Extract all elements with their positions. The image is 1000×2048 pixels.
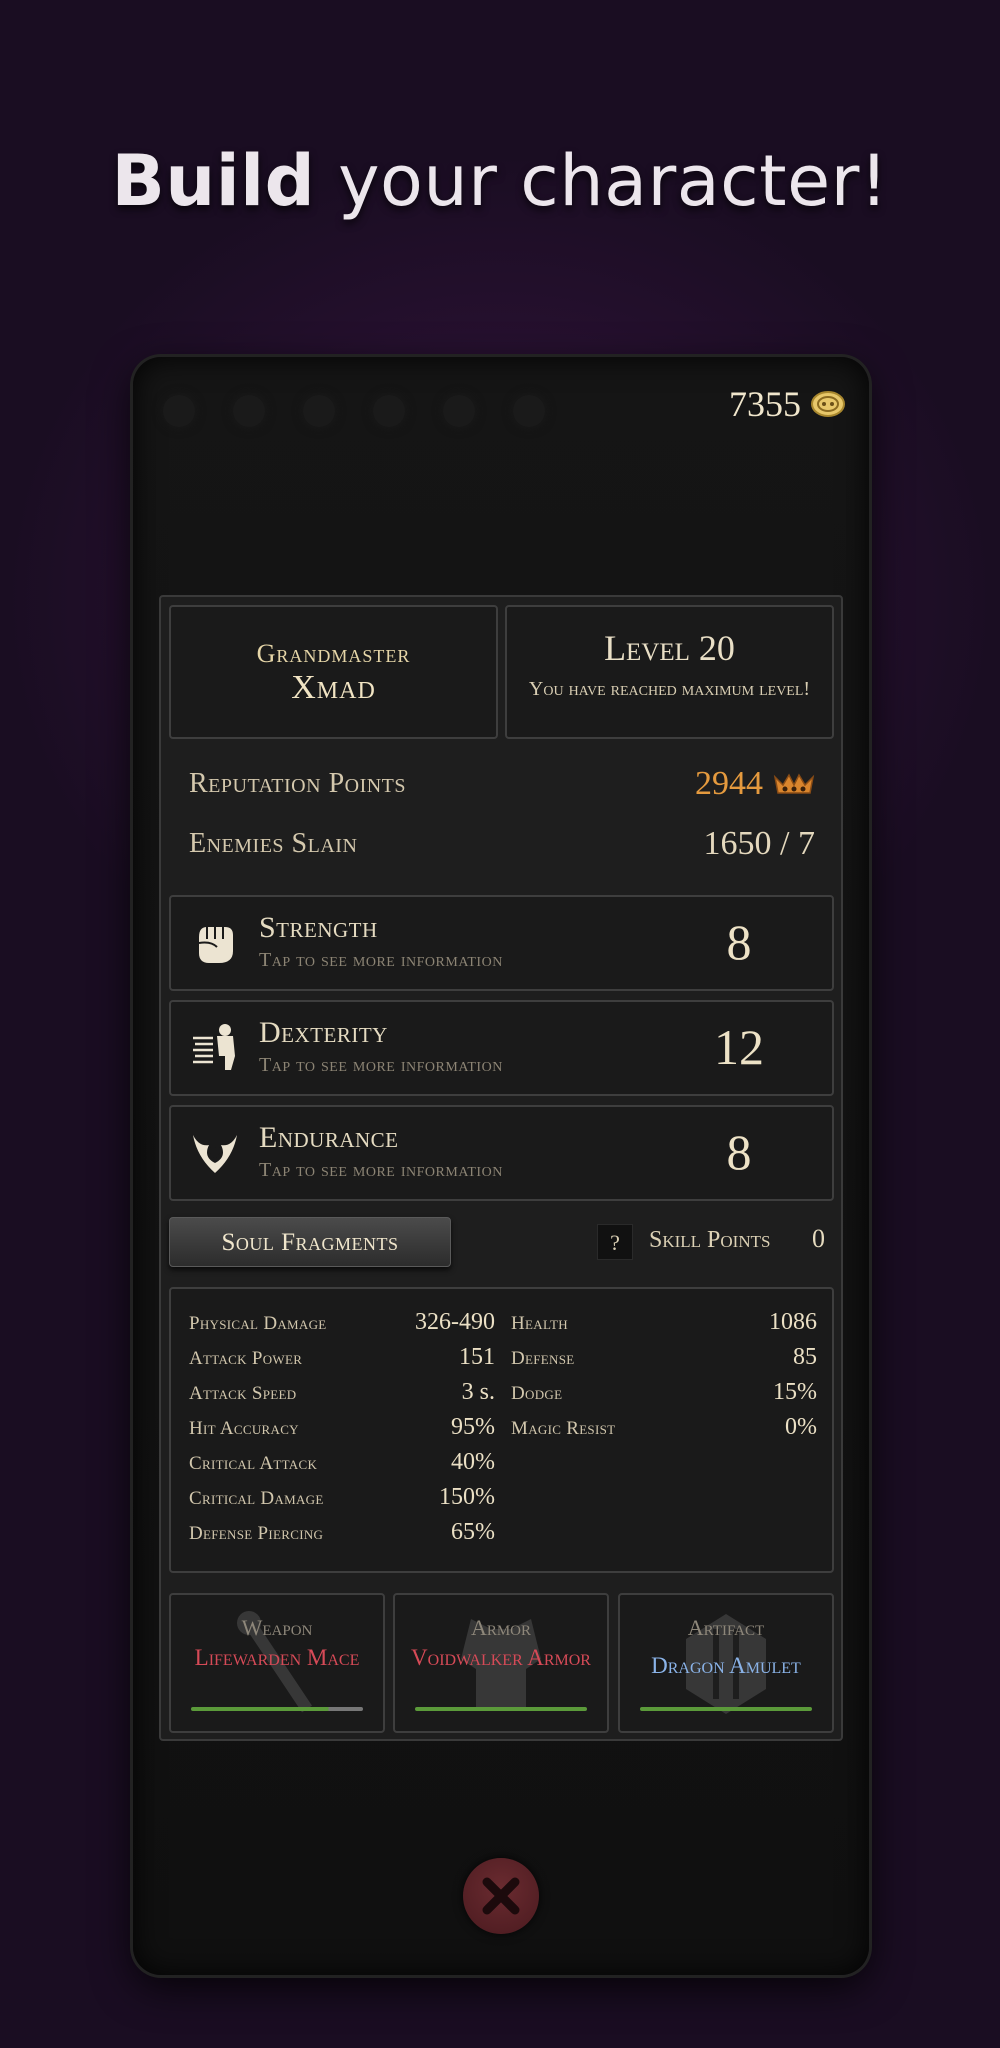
stat-label: Dodge bbox=[511, 1383, 563, 1404]
currency-value: 7355 bbox=[729, 384, 801, 424]
stat-label: Defense Piercing bbox=[189, 1523, 324, 1544]
stat-label: Attack Power bbox=[189, 1348, 303, 1369]
equipment-durability-bar bbox=[191, 1707, 363, 1711]
stat-row: Hit Accuracy 95% bbox=[189, 1414, 495, 1449]
equipment-name: Dragon Amulet bbox=[651, 1653, 801, 1678]
stat-row: Defense 85 bbox=[511, 1344, 817, 1379]
level-box: Level 20 You have reached maximum level! bbox=[505, 605, 834, 739]
headline-rest: your character! bbox=[338, 140, 889, 222]
defense-stats: Health 1086 Defense 85 Dodge 15% Magic Resi… bbox=[511, 1309, 817, 1449]
headline: Build your character! bbox=[0, 140, 1000, 222]
skill-points-label: Skill Points bbox=[649, 1227, 771, 1253]
stat-label: Magic Resist bbox=[511, 1418, 616, 1439]
coin-icon bbox=[811, 391, 845, 417]
headline-bold: Build bbox=[111, 140, 316, 222]
attribute-name: Dexterity bbox=[259, 1016, 388, 1049]
attribute-hint: Tap to see more information bbox=[259, 1054, 503, 1076]
stat-label: Attack Speed bbox=[189, 1383, 297, 1404]
dot bbox=[373, 395, 405, 427]
stat-label: Physical Damage bbox=[189, 1313, 327, 1334]
attribute-value: 12 bbox=[714, 1019, 764, 1075]
equipment-name: Lifewarden Mace bbox=[194, 1645, 360, 1670]
dot bbox=[163, 395, 195, 427]
character-panel: Grandmaster Xmad Level 20 You have reach… bbox=[159, 595, 843, 1741]
stat-value: 151 bbox=[459, 1344, 495, 1370]
dot bbox=[443, 395, 475, 427]
equipment-durability-bar bbox=[640, 1707, 812, 1711]
reputation-row: Reputation Points 2944 bbox=[189, 765, 815, 803]
attribute-name: Strength bbox=[259, 911, 378, 944]
stat-row: Attack Speed 3 s. bbox=[189, 1379, 495, 1414]
stat-label: Critical Attack bbox=[189, 1453, 318, 1474]
stat-value: 326-490 bbox=[415, 1309, 495, 1335]
equipment-durability-bar bbox=[415, 1707, 587, 1711]
dot bbox=[233, 395, 265, 427]
stat-value: 3 s. bbox=[461, 1379, 495, 1405]
dot bbox=[513, 395, 545, 427]
skill-points-value: 0 bbox=[812, 1224, 825, 1253]
equipment-type: Weapon bbox=[241, 1615, 313, 1640]
stat-value: 150% bbox=[439, 1484, 495, 1510]
stat-label: Critical Damage bbox=[189, 1488, 324, 1509]
dot bbox=[303, 395, 335, 427]
attribute-value: 8 bbox=[726, 1124, 752, 1180]
equipment-slot-artifact[interactable]: Artifact Dragon Amulet bbox=[618, 1593, 834, 1733]
fist-icon bbox=[198, 927, 233, 963]
stat-row: Attack Power 151 bbox=[189, 1344, 495, 1379]
stat-row: Health 1086 bbox=[511, 1309, 817, 1344]
attribute-endurance[interactable]: Endurance Tap to see more information 8 bbox=[169, 1105, 834, 1201]
stat-label: Hit Accuracy bbox=[189, 1418, 299, 1439]
attribute-name: Endurance bbox=[259, 1121, 399, 1154]
soul-fragments-button[interactable]: Soul Fragments bbox=[169, 1217, 451, 1267]
stat-value: 85 bbox=[793, 1344, 817, 1370]
attribute-hint: Tap to see more information bbox=[259, 949, 503, 971]
reputation-value: 2944 bbox=[695, 765, 763, 802]
attribute-value: 8 bbox=[726, 914, 752, 970]
running-figure-icon bbox=[193, 1024, 235, 1070]
level-subtitle: You have reached maximum level! bbox=[528, 678, 811, 700]
attribute-hint: Tap to see more information bbox=[259, 1159, 503, 1181]
close-icon bbox=[482, 1877, 520, 1915]
reputation-label: Reputation Points bbox=[189, 768, 407, 799]
close-button[interactable] bbox=[463, 1858, 539, 1934]
winged-heart-icon bbox=[193, 1135, 237, 1173]
combat-stats-box: Physical Damage 326-490 Attack Power 151 A… bbox=[169, 1287, 834, 1573]
stat-row: Critical Attack 40% bbox=[189, 1449, 495, 1484]
stat-row: Defense Piercing 65% bbox=[189, 1519, 495, 1554]
help-button[interactable]: ? bbox=[597, 1224, 633, 1260]
stat-row: Critical Damage 150% bbox=[189, 1484, 495, 1519]
stat-value: 0% bbox=[785, 1414, 817, 1440]
attribute-strength[interactable]: Strength Tap to see more information 8 bbox=[169, 895, 834, 991]
level-title: Level 20 bbox=[604, 628, 735, 668]
character-rank: Grandmaster bbox=[256, 639, 411, 668]
equipment-slot-weapon[interactable]: Weapon Lifewarden Mace bbox=[169, 1593, 385, 1733]
character-title-box: Grandmaster Xmad bbox=[169, 605, 498, 739]
stat-label: Health bbox=[511, 1313, 568, 1334]
stat-value: 95% bbox=[451, 1414, 495, 1440]
reputation-value-wrap: 2944 bbox=[695, 765, 815, 803]
stat-row: Physical Damage 326-490 bbox=[189, 1309, 495, 1344]
equipment-slot-armor[interactable]: Armor Voidwalker Armor bbox=[393, 1593, 609, 1733]
character-name: Xmad bbox=[291, 669, 376, 706]
offense-stats: Physical Damage 326-490 Attack Power 151 A… bbox=[189, 1309, 495, 1554]
stat-value: 40% bbox=[451, 1449, 495, 1475]
stat-label: Defense bbox=[511, 1348, 575, 1369]
enemies-slain-row: Enemies Slain 1650 / 7 bbox=[189, 825, 815, 863]
stat-row: Magic Resist 0% bbox=[511, 1414, 817, 1449]
enemies-slain-value: 1650 / 7 bbox=[703, 825, 815, 862]
stat-value: 65% bbox=[451, 1519, 495, 1545]
enemies-slain-label: Enemies Slain bbox=[189, 828, 358, 859]
attribute-dexterity[interactable]: Dexterity Tap to see more information 12 bbox=[169, 1000, 834, 1096]
currency-display: 7355 bbox=[729, 383, 845, 425]
equipment-type: Armor bbox=[470, 1615, 532, 1640]
stat-row: Dodge 15% bbox=[511, 1379, 817, 1414]
crown-icon bbox=[773, 773, 815, 794]
equipment-name: Voidwalker Armor bbox=[411, 1645, 591, 1670]
stat-value: 15% bbox=[773, 1379, 817, 1405]
stat-value: 1086 bbox=[769, 1309, 817, 1335]
equipment-type: Artifact bbox=[687, 1615, 765, 1640]
placeholder-dots bbox=[163, 395, 545, 427]
